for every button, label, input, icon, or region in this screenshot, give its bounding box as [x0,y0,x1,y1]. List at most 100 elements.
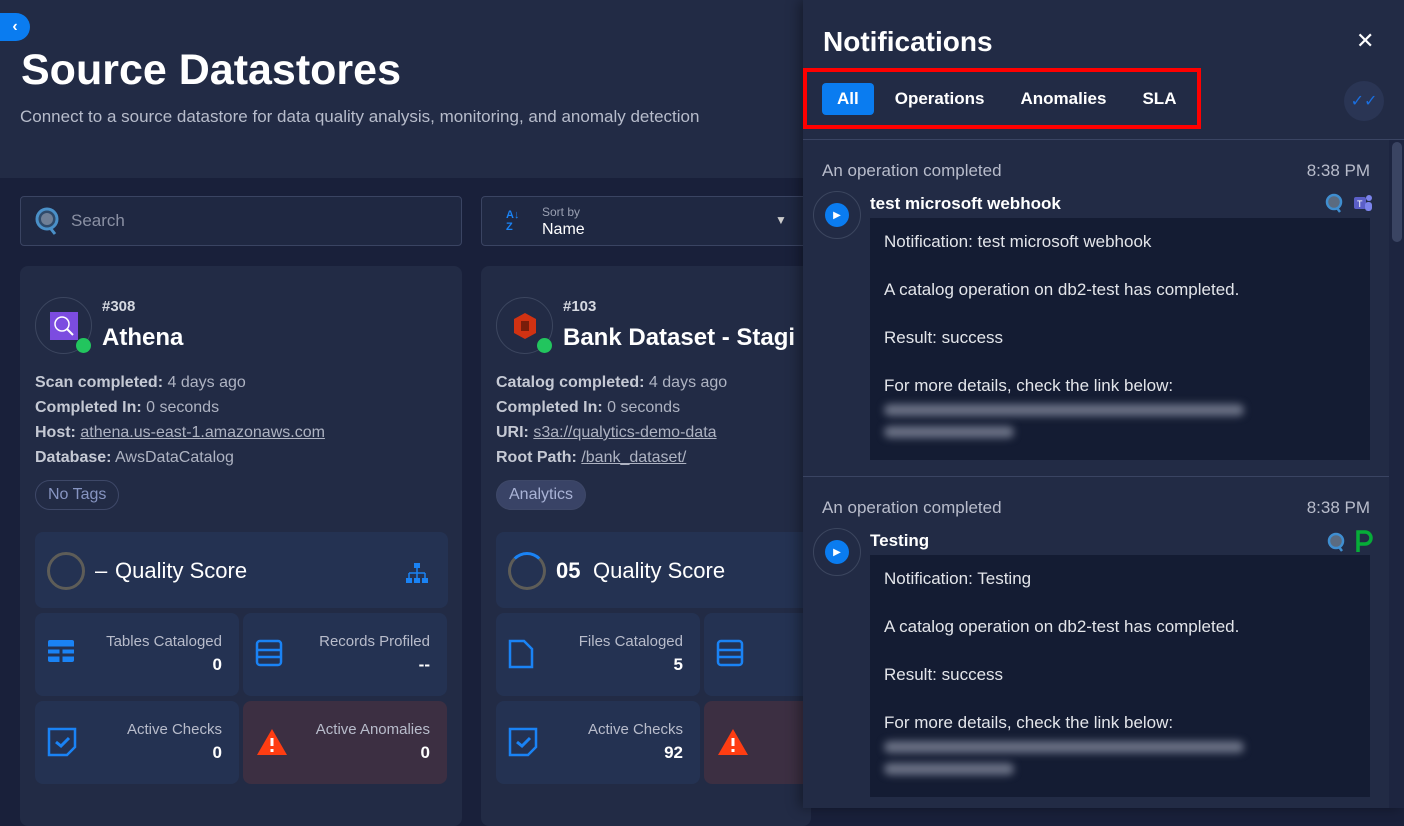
quality-score-ring [508,552,546,590]
notification-line: Notification: Testing [884,569,1032,588]
mark-all-read-button[interactable]: ✓✓ [1344,81,1384,121]
meta-row: URI: s3a://qualytics-demo-data [496,424,717,441]
quality-score: – Quality Score [35,532,448,608]
notification-title: Testing [870,531,930,550]
divider [803,139,1404,140]
datastore-id: #308 [102,298,136,315]
blurred-link[interactable] [884,763,1014,775]
page-title: Source Datastores [21,46,401,94]
records-icon [716,639,744,672]
datastore-name: Athena [102,324,184,351]
warning-icon [716,727,750,762]
notification-line: A catalog operation on db2-test has comp… [884,280,1240,299]
search-icon [35,207,59,235]
operation-icon: ▶ [813,191,861,239]
notification-line: For more details, check the link below: [884,376,1174,395]
qualytics-icon [1327,532,1345,552]
collapse-sidebar-button[interactable]: ‹ [0,13,30,41]
blurred-link[interactable] [884,426,1014,438]
athena-logo-icon [49,311,78,340]
close-icon[interactable]: ✕ [1356,28,1374,54]
tile-files-cataloged[interactable]: Files Cataloged 5 [496,613,700,696]
status-dot [76,338,91,353]
meta-link[interactable]: s3a://qualytics-demo-data [533,424,716,441]
scrollbar[interactable] [1389,140,1404,808]
teams-icon: T [1354,195,1372,211]
meta-row: Host: athena.us-east-1.amazonaws.com [35,424,325,441]
file-icon [508,639,534,674]
datastore-card[interactable]: #308 Athena Scan completed: 4 days ago Co… [20,266,462,826]
search-input[interactable] [71,211,292,231]
scrollbar-thumb[interactable] [1392,142,1402,242]
blurred-link[interactable] [884,404,1244,416]
notification-heading: An operation completed [822,161,1002,180]
tab-anomalies[interactable]: Anomalies [1005,83,1121,115]
s3-logo-icon [513,312,536,339]
hierarchy-icon[interactable] [405,562,429,584]
notification-tabs: All Operations Anomalies SLA [803,68,1201,129]
tab-operations[interactable]: Operations [880,83,1000,115]
chevron-left-icon: ‹ [12,18,18,35]
qualytics-icon [1325,193,1343,213]
records-icon [255,639,283,672]
tab-all[interactable]: All [822,82,874,115]
tile-active-anomalies[interactable]: Active Anomalies 0 [243,701,447,784]
quality-score-label: Quality Score [115,558,248,583]
table-icon [47,639,75,668]
notification-line: Notification: test microsoft webhook [884,232,1152,251]
double-check-icon: ✓✓ [1350,93,1378,110]
tile-records-profiled[interactable]: Records Profiled -- [243,613,447,696]
quality-score-value: – [95,558,108,583]
datastore-name: Bank Dataset - Stagi [563,324,796,351]
meta-row: Completed In: 0 seconds [496,399,681,416]
meta-row: Catalog completed: 4 days ago [496,374,728,391]
datastore-card[interactable]: #103 Bank Dataset - Stagi Catalog comple… [481,266,908,826]
svg-text:T: T [1357,199,1363,209]
panel-title: Notifications [823,26,993,57]
blurred-link[interactable] [884,741,1244,753]
notification-line: A catalog operation on db2-test has comp… [884,617,1240,636]
sort-dropdown[interactable]: A↓ Z Sort by Name ▼ [481,196,811,246]
pagerduty-icon [1356,530,1373,552]
play-icon: ▶ [825,203,849,227]
sort-az-icon: A↓ Z [506,209,520,233]
quality-score-label: Quality Score [593,558,726,583]
sort-label: Sort by [542,205,581,219]
notification-line: Result: success [884,665,1004,684]
play-icon: ▶ [825,540,849,564]
sort-value: Name [542,221,585,238]
search-field[interactable] [20,196,462,246]
tab-sla[interactable]: SLA [1127,83,1191,115]
notification-time: 8:38 PM [1306,498,1370,517]
checklist-icon [47,727,79,764]
meta-link[interactable]: athena.us-east-1.amazonaws.com [80,424,325,441]
tile-active-checks[interactable]: Active Checks 0 [35,701,239,784]
tag-chip[interactable]: No Tags [35,480,120,510]
checklist-icon [508,727,540,764]
meta-row: Database: AwsDataCatalog [35,449,234,466]
notification-body: Notification: Testing A catalog operation… [870,555,1370,797]
meta-row: Scan completed: 4 days ago [35,374,246,391]
notification-heading: An operation completed [822,498,1002,517]
datastore-meta: Scan completed: 4 days ago Completed In: … [35,370,325,470]
quality-score-value: 05 [556,558,581,583]
meta-row: Completed In: 0 seconds [35,399,220,416]
notifications-panel: Notifications ✕ All Operations Anomalies… [803,0,1404,808]
notification-title: test microsoft webhook [870,194,1061,213]
tag-chip[interactable]: Analytics [496,480,587,510]
quality-score: 05 Quality Score [496,532,826,608]
meta-row: Root Path: /bank_dataset/ [496,449,687,466]
notification-line: Result: success [884,328,1004,347]
tile-active-checks[interactable]: Active Checks 92 [496,701,700,784]
datastore-meta: Catalog completed: 4 days ago Completed I… [496,370,727,470]
caret-down-icon: ▼ [775,213,787,227]
quality-score-ring [47,552,85,590]
warning-icon [255,727,289,762]
meta-link[interactable]: /bank_dataset/ [581,449,686,466]
notification-body: Notification: test microsoft webhook A ca… [870,218,1370,460]
notification-time: 8:38 PM [1306,161,1370,180]
divider [803,476,1389,477]
page-subtitle: Connect to a source datastore for data q… [20,107,700,126]
datastore-id: #103 [563,298,597,315]
tile-tables-cataloged[interactable]: Tables Cataloged 0 [35,613,239,696]
